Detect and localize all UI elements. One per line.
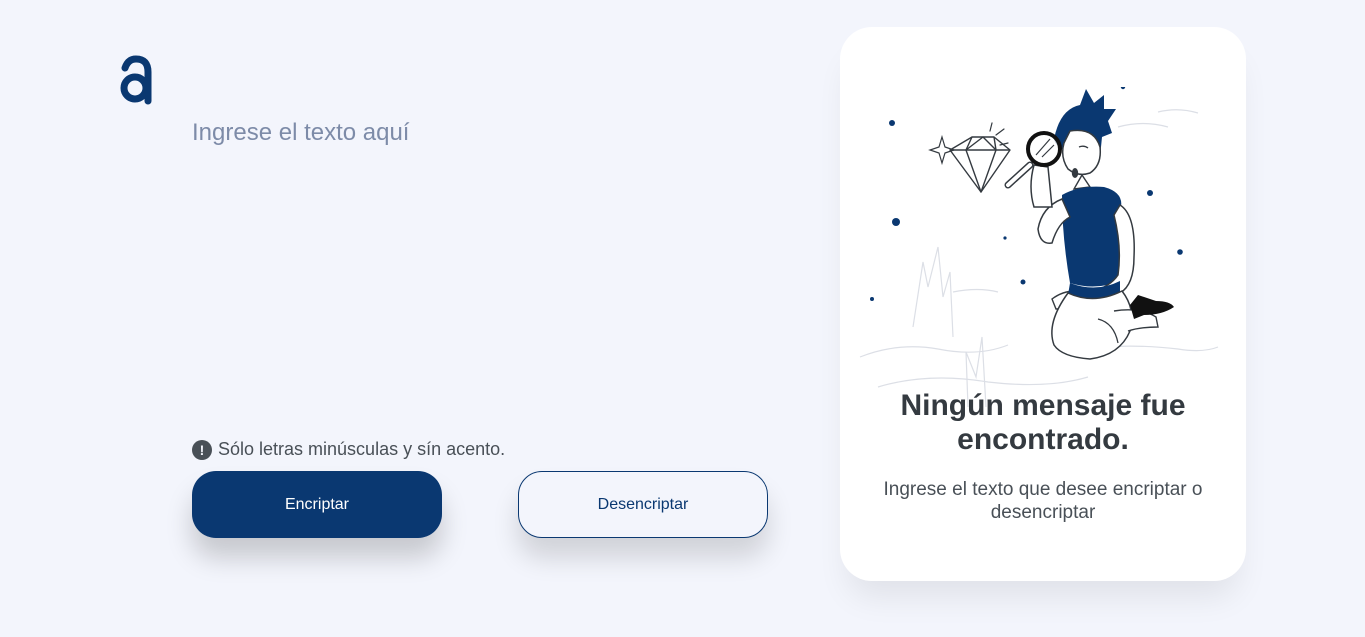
- text-input[interactable]: [192, 116, 782, 416]
- decrypt-button[interactable]: Desencriptar: [518, 471, 768, 538]
- hint-text: Sólo letras minúsculas y sín acento.: [218, 439, 506, 459]
- encrypt-button[interactable]: Encriptar: [192, 471, 442, 538]
- encryptor-page: ! Sólo letras minúsculas y sín acento. E…: [0, 0, 1365, 637]
- output-card: Ningún mensaje fue encontrado. Ingrese e…: [840, 27, 1246, 581]
- alura-logo-icon: [120, 55, 152, 105]
- input-hint: ! Sólo letras minúsculas y sín acento.: [192, 439, 505, 460]
- exclamation-circle-icon: !: [192, 439, 212, 460]
- person-with-magnifying-glass-illustration: [859, 87, 1219, 408]
- output-description: Ingrese el texto que desee encriptar o d…: [883, 479, 1203, 523]
- output-title: Ningún mensaje fue encontrado.: [900, 389, 1186, 456]
